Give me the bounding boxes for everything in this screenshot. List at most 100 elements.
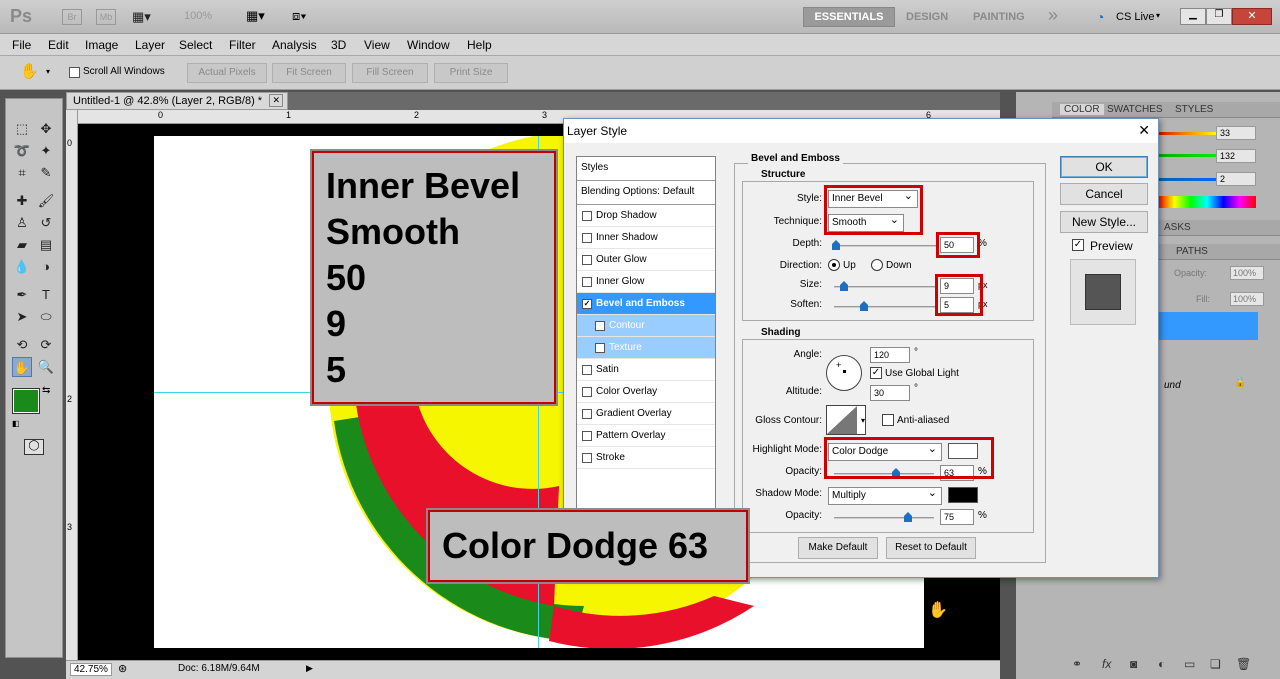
- green-value[interactable]: 132: [1216, 149, 1256, 163]
- type-tool-icon[interactable]: T: [36, 285, 56, 305]
- menu-filter[interactable]: Filter: [229, 38, 256, 52]
- list-drop-shadow[interactable]: Drop Shadow: [577, 205, 715, 227]
- shadow-opacity-field[interactable]: 75: [940, 509, 974, 525]
- shadow-mode-select[interactable]: Multiply: [828, 486, 942, 505]
- dialog-close-icon[interactable]: ✕: [1138, 122, 1150, 139]
- blue-value[interactable]: 2: [1216, 172, 1256, 186]
- more-workspaces-icon[interactable]: »: [1048, 5, 1058, 26]
- document-tab[interactable]: Untitled-1 @ 42.8% (Layer 2, RGB/8) * ✕: [66, 92, 288, 110]
- vertical-ruler[interactable]: 0 2 3: [66, 110, 78, 662]
- list-texture[interactable]: Texture: [577, 337, 715, 359]
- contour-checkbox[interactable]: [595, 321, 605, 331]
- depth-slider[interactable]: [832, 240, 938, 250]
- crop-tool-icon[interactable]: ⌗: [12, 163, 32, 183]
- list-styles[interactable]: Styles: [577, 157, 715, 181]
- gradient-tool-icon[interactable]: ▤: [36, 235, 56, 255]
- altitude-field[interactable]: 30: [870, 385, 910, 401]
- size-slider[interactable]: [834, 281, 938, 291]
- status-info-icon[interactable]: ⊛: [118, 662, 127, 675]
- 3d-rotate-tool-icon[interactable]: ⟲: [12, 335, 32, 355]
- direction-down-radio[interactable]: [871, 259, 883, 271]
- blur-tool-icon[interactable]: 💧: [12, 257, 32, 277]
- swap-colors-icon[interactable]: ⇆: [42, 385, 50, 396]
- workspace-essentials[interactable]: ESSENTIALS: [803, 7, 895, 27]
- list-inner-glow[interactable]: Inner Glow: [577, 271, 715, 293]
- list-color-overlay[interactable]: Color Overlay: [577, 381, 715, 403]
- dodge-tool-icon[interactable]: ◑: [36, 257, 56, 277]
- scroll-all-checkbox[interactable]: [69, 67, 80, 78]
- screen-mode-icon[interactable]: ⧈▾: [292, 8, 307, 24]
- soften-slider[interactable]: [834, 301, 938, 311]
- move-tool-icon[interactable]: ✥: [36, 119, 56, 139]
- pattern-overlay-checkbox[interactable]: [582, 431, 592, 441]
- stroke-checkbox[interactable]: [582, 453, 592, 463]
- list-satin[interactable]: Satin: [577, 359, 715, 381]
- menu-image[interactable]: Image: [85, 38, 118, 52]
- view-extras-icon[interactable]: ▦▾: [132, 9, 156, 25]
- tab-color[interactable]: COLOR: [1060, 104, 1104, 115]
- minibridge-button[interactable]: Mb: [96, 9, 116, 25]
- close-window-button[interactable]: ✕: [1232, 8, 1272, 25]
- menu-view[interactable]: View: [364, 38, 390, 52]
- menu-layer[interactable]: Layer: [135, 38, 165, 52]
- menu-edit[interactable]: Edit: [48, 38, 69, 52]
- pen-tool-icon[interactable]: ✒: [12, 285, 32, 305]
- default-colors-icon[interactable]: ◧: [12, 419, 20, 428]
- adjustment-layer-icon[interactable]: ◐: [1158, 657, 1165, 671]
- list-bevel-emboss[interactable]: ✓ Bevel and Emboss: [577, 293, 715, 315]
- dialog-title-bar[interactable]: Layer Style ✕: [564, 119, 1158, 143]
- texture-checkbox[interactable]: [595, 343, 605, 353]
- cs-live-dropdown-icon[interactable]: ▾: [1156, 11, 1160, 20]
- angle-dial[interactable]: +: [826, 355, 862, 391]
- new-style-button[interactable]: New Style...: [1060, 211, 1148, 233]
- tab-masks[interactable]: ASKS: [1164, 222, 1191, 233]
- zoom-level[interactable]: 100%: [184, 10, 212, 22]
- status-menu-icon[interactable]: ▶: [306, 663, 313, 674]
- path-selection-tool-icon[interactable]: ➤: [12, 307, 32, 327]
- tab-styles[interactable]: STYLES: [1175, 104, 1213, 115]
- menu-select[interactable]: Select: [179, 38, 212, 52]
- zoom-tool-icon[interactable]: 🔍: [36, 357, 56, 377]
- background-layer-name[interactable]: und: [1164, 380, 1181, 391]
- red-value[interactable]: 33: [1216, 126, 1256, 140]
- color-ramp[interactable]: [1158, 196, 1256, 208]
- history-brush-tool-icon[interactable]: ↺: [36, 213, 56, 233]
- menu-window[interactable]: Window: [407, 38, 450, 52]
- reset-default-button[interactable]: Reset to Default: [886, 537, 976, 559]
- layer-fill-field[interactable]: 100%: [1230, 292, 1264, 306]
- minimize-button[interactable]: ▁: [1180, 8, 1206, 25]
- ok-button[interactable]: OK: [1060, 156, 1148, 178]
- list-stroke[interactable]: Stroke: [577, 447, 715, 469]
- color-overlay-checkbox[interactable]: [582, 387, 592, 397]
- foreground-color-swatch[interactable]: [12, 388, 40, 414]
- lasso-tool-icon[interactable]: ➰: [12, 141, 32, 161]
- layer-opacity-field[interactable]: 100%: [1230, 266, 1264, 280]
- list-pattern-overlay[interactable]: Pattern Overlay: [577, 425, 715, 447]
- arrange-documents-icon[interactable]: ▦▾: [246, 8, 265, 24]
- bridge-button[interactable]: Br: [62, 9, 82, 25]
- delete-layer-icon[interactable]: 🗑: [1236, 657, 1251, 671]
- healing-brush-tool-icon[interactable]: ✚: [12, 191, 32, 211]
- preview-checkbox[interactable]: ✓: [1072, 239, 1084, 251]
- hand-tool-active-icon[interactable]: ✋: [12, 357, 32, 377]
- ellipse-tool-icon[interactable]: ⬭: [36, 307, 56, 327]
- angle-field[interactable]: 120: [870, 347, 910, 363]
- zoom-field[interactable]: 42.75%: [70, 663, 112, 676]
- marquee-tool-icon[interactable]: ⬚: [12, 119, 32, 139]
- shadow-opacity-slider[interactable]: [834, 512, 934, 522]
- fill-screen-button[interactable]: Fill Screen: [352, 63, 428, 83]
- satin-checkbox[interactable]: [582, 365, 592, 375]
- list-gradient-overlay[interactable]: Gradient Overlay: [577, 403, 715, 425]
- list-contour[interactable]: Contour: [577, 315, 715, 337]
- tab-paths[interactable]: PATHS: [1176, 246, 1208, 257]
- brush-tool-icon[interactable]: 🖌: [36, 191, 56, 211]
- shadow-color-swatch[interactable]: [948, 487, 978, 503]
- 3d-orbit-tool-icon[interactable]: ⟳: [36, 335, 56, 355]
- menu-help[interactable]: Help: [467, 38, 492, 52]
- inner-glow-checkbox[interactable]: [582, 277, 592, 287]
- hand-tool-icon[interactable]: ✋: [20, 62, 39, 80]
- list-inner-shadow[interactable]: Inner Shadow: [577, 227, 715, 249]
- eyedropper-tool-icon[interactable]: ✎: [36, 163, 56, 183]
- actual-pixels-button[interactable]: Actual Pixels: [187, 63, 267, 83]
- gradient-overlay-checkbox[interactable]: [582, 409, 592, 419]
